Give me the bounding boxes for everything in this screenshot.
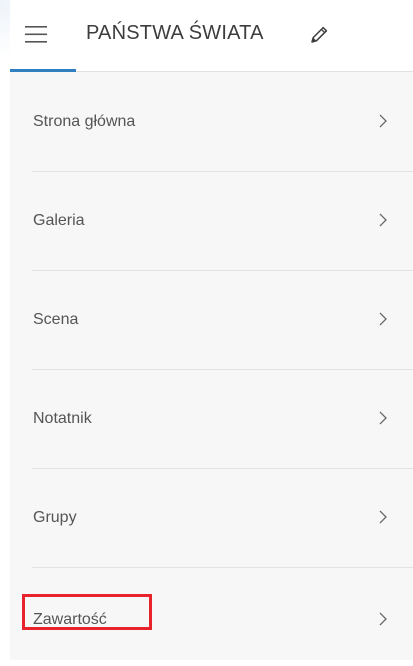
menu-item-notatnik[interactable]: Notatnik xyxy=(10,369,413,468)
chevron-right-icon xyxy=(379,411,387,425)
chevron-right-icon xyxy=(379,312,387,326)
menu-item-label: Scena xyxy=(33,311,79,328)
menu-item-label: Grupy xyxy=(33,509,77,526)
menu-item-label: Notatnik xyxy=(33,410,92,427)
chevron-right-icon xyxy=(379,114,387,128)
menu-item-scena[interactable]: Scena xyxy=(10,270,413,369)
app-header: PAŃSTWA ŚWIATA xyxy=(10,0,413,72)
edit-title-button[interactable] xyxy=(308,24,330,46)
chevron-right-icon xyxy=(379,612,387,626)
pencil-icon xyxy=(311,26,328,43)
navigation-menu: Strona główna Galeria Scena Notatnik Gru… xyxy=(10,72,413,666)
menu-item-strona-glowna[interactable]: Strona główna xyxy=(10,72,413,171)
menu-item-galeria[interactable]: Galeria xyxy=(10,171,413,270)
menu-item-zawartosc[interactable]: Zawartość xyxy=(10,567,413,666)
chevron-right-icon xyxy=(379,213,387,227)
menu-item-grupy[interactable]: Grupy xyxy=(10,468,413,567)
chevron-right-icon xyxy=(379,510,387,524)
menu-toggle-button[interactable] xyxy=(10,0,76,72)
navigation-panel: PAŃSTWA ŚWIATA Strona główna Galeria Sce… xyxy=(10,0,413,660)
menu-item-label: Zawartość xyxy=(33,611,107,628)
menu-item-label: Strona główna xyxy=(33,113,136,130)
hamburger-menu-icon xyxy=(25,26,47,43)
page-title: PAŃSTWA ŚWIATA xyxy=(86,22,264,44)
menu-item-label: Galeria xyxy=(33,212,85,229)
